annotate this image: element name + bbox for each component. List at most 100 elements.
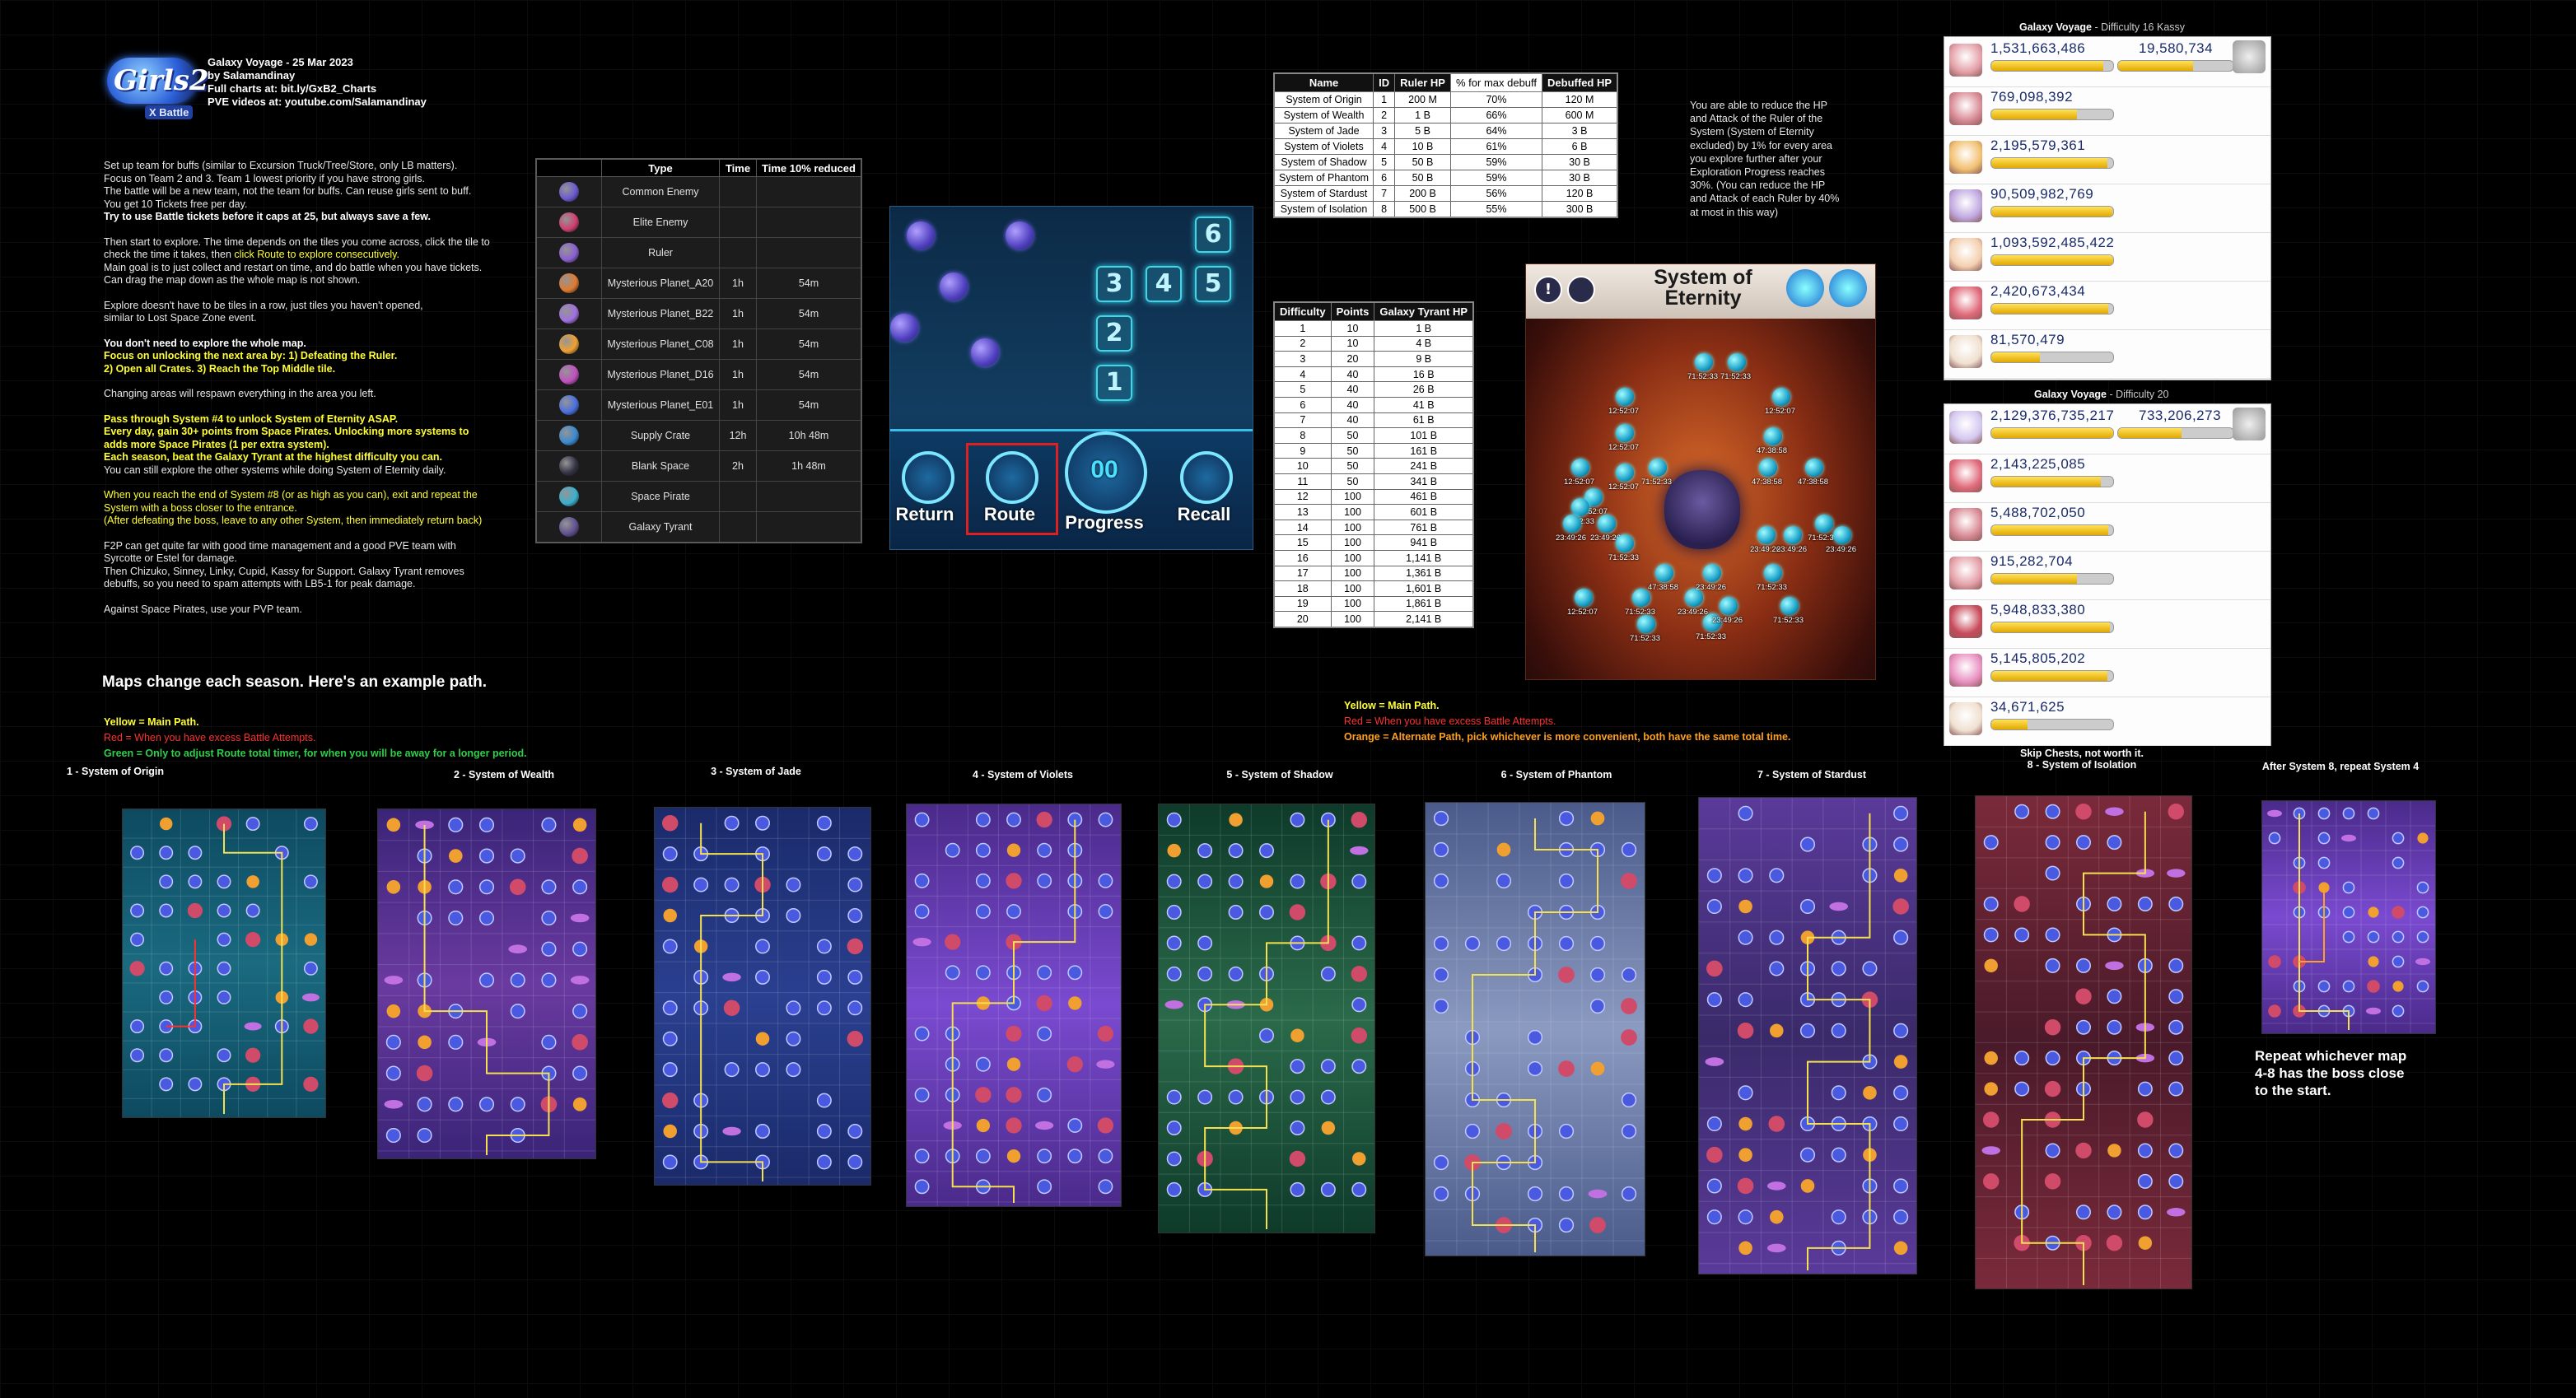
damage-value: 81,570,479: [1990, 332, 2065, 347]
route-step-tile[interactable]: 5: [1195, 266, 1231, 302]
route-step-tile[interactable]: 1: [1096, 365, 1132, 401]
elite-enemy-icon: [559, 212, 579, 232]
difficulty-cell: 18: [1273, 580, 1332, 597]
galaxy-tyrant-icon[interactable]: [1664, 470, 1740, 549]
system-map: [1425, 802, 1645, 1256]
map-path-svg: [1159, 804, 1374, 1233]
space-pirate-node[interactable]: [1571, 459, 1589, 477]
space-pirate-node[interactable]: [1616, 388, 1634, 406]
note-line: System (System of Eternity: [1690, 126, 1814, 138]
boss-hp-fill: [2118, 428, 2182, 438]
tile-time: 1h: [719, 329, 757, 360]
node-timer: 47:38:58: [1757, 446, 1787, 455]
route-step-tile[interactable]: 4: [1146, 266, 1182, 302]
space-pirate-node[interactable]: [1655, 564, 1673, 582]
recall-button[interactable]: Recall: [1167, 504, 1241, 525]
route-step-tile[interactable]: 3: [1096, 266, 1132, 302]
node-timer: 23:49:26: [1826, 545, 1856, 554]
difficulty-cell: 40: [1330, 366, 1375, 383]
damage-bar: [1990, 719, 2114, 730]
tile-time-reduced: 54m: [756, 389, 862, 421]
space-pirate-node[interactable]: [1833, 526, 1851, 544]
space-pirate-node[interactable]: [1616, 534, 1634, 552]
progress-button[interactable]: Progress: [1062, 512, 1147, 534]
trophy-icon[interactable]: [1567, 276, 1595, 304]
note-eternity: Pass through System #4 to unlock System …: [104, 413, 524, 478]
space-pirate-node[interactable]: [1764, 427, 1782, 445]
charts-link[interactable]: Full charts at: bit.ly/GxB2_Charts: [208, 82, 427, 96]
maps-change-heading: Maps change each season. Here's an examp…: [102, 673, 488, 691]
ruler-cell: 56%: [1449, 185, 1543, 202]
space-pirate-node[interactable]: [1598, 515, 1616, 533]
difficulty-cell: 1,861 B: [1374, 595, 1474, 613]
space-pirate-node[interactable]: [1575, 589, 1593, 607]
space-pirate-node[interactable]: [1759, 459, 1777, 477]
damage-bar: [1990, 670, 2114, 682]
header-type: Type: [601, 158, 720, 177]
space-pirate-node[interactable]: [1780, 597, 1799, 615]
difficulty-cell: 100: [1330, 611, 1375, 628]
space-pirate-node[interactable]: [1571, 498, 1589, 516]
difficulty-cell: 1,361 B: [1374, 565, 1474, 582]
note-line: Explore doesn't have to be tiles in a ro…: [104, 299, 423, 311]
node-timer: 47:38:58: [1798, 478, 1828, 487]
ruler-cell: 30 B: [1542, 154, 1618, 170]
space-pirate-node[interactable]: [1632, 589, 1650, 607]
panel-title: Galaxy Voyage: [2034, 389, 2107, 400]
space-pirate-node[interactable]: [1563, 515, 1581, 533]
table-row: 13 100 601 B: [1273, 504, 1474, 520]
space-pirate-node[interactable]: [1685, 589, 1703, 607]
table-row: Mysterious Planet_B22 1h 54m: [535, 298, 862, 329]
difficulty-cell: 2: [1273, 335, 1332, 352]
videos-link[interactable]: PVE videos at: youtube.com/Salamandinay: [208, 96, 427, 109]
space-pirate-node[interactable]: [1805, 459, 1823, 477]
tile-time: [719, 481, 757, 512]
progress-timer: 00: [1090, 456, 1118, 483]
damage-value: 34,671,625: [1990, 699, 2065, 715]
table-row: System of Shadow 5 50 B 59% 30 B: [1273, 154, 1618, 170]
damage-value: 5,488,702,050: [1990, 505, 2086, 520]
damage-bar: [1990, 427, 2114, 439]
difficulty-cell: 12: [1273, 488, 1332, 506]
space-pirate-node[interactable]: [1637, 615, 1655, 633]
blank-space-icon: [559, 456, 579, 476]
space-pirate-node[interactable]: [1728, 353, 1746, 371]
tile-icon-cell: [535, 450, 602, 482]
ruler-cell: 4: [1373, 138, 1396, 155]
space-pirate-node[interactable]: [1784, 526, 1802, 544]
panel-subtitle: - Difficulty 16 Kassy: [2092, 21, 2186, 33]
space-pirate-node[interactable]: [1703, 564, 1721, 582]
node-timer: 71:52:33: [1696, 632, 1726, 641]
tile-icon-cell: [535, 420, 602, 451]
space-pirate-node[interactable]: [1649, 459, 1667, 477]
return-button[interactable]: Return: [890, 504, 959, 525]
character-avatar: [1949, 557, 1982, 589]
character-avatar: [1949, 335, 1982, 368]
node-timer: 12:52:07: [1567, 608, 1598, 617]
space-pirate-node[interactable]: [1757, 526, 1776, 544]
note-line: Can drag the map down as the whole map i…: [104, 274, 361, 286]
space-pirate-node[interactable]: [1695, 353, 1713, 371]
title-line: Eternity: [1664, 287, 1742, 310]
space-pirate-node[interactable]: [1720, 597, 1738, 615]
note-line-yellow: When you reach the end of System #8 (or …: [104, 489, 478, 501]
route-icon: [986, 451, 1038, 504]
space-pirate-node[interactable]: [1815, 515, 1833, 533]
path-legend-left: Yellow = Main Path. Red = When you have …: [104, 715, 527, 762]
map-path-svg: [1426, 803, 1645, 1256]
space-pirate-node[interactable]: [1772, 388, 1790, 406]
tile-time-reduced: [756, 237, 862, 268]
difficulty-cell: 16 B: [1374, 366, 1474, 383]
tile-time-reduced: 10h 48m: [756, 420, 862, 451]
damage-bar-fill: [1991, 428, 2113, 438]
route-step-tile[interactable]: 6: [1195, 217, 1231, 253]
game-logo: Girls2 X Battle: [99, 51, 209, 120]
space-pirate-node[interactable]: [1764, 564, 1782, 582]
difficulty-cell: 13: [1273, 504, 1332, 520]
route-button[interactable]: Route: [973, 504, 1047, 525]
space-pirate-node[interactable]: [1616, 464, 1634, 482]
space-pirate-node[interactable]: [1616, 424, 1634, 442]
info-icon[interactable]: !: [1534, 276, 1562, 304]
note-line: 30%. (You can reduce the HP: [1690, 179, 1826, 192]
route-step-tile[interactable]: 2: [1096, 315, 1132, 352]
